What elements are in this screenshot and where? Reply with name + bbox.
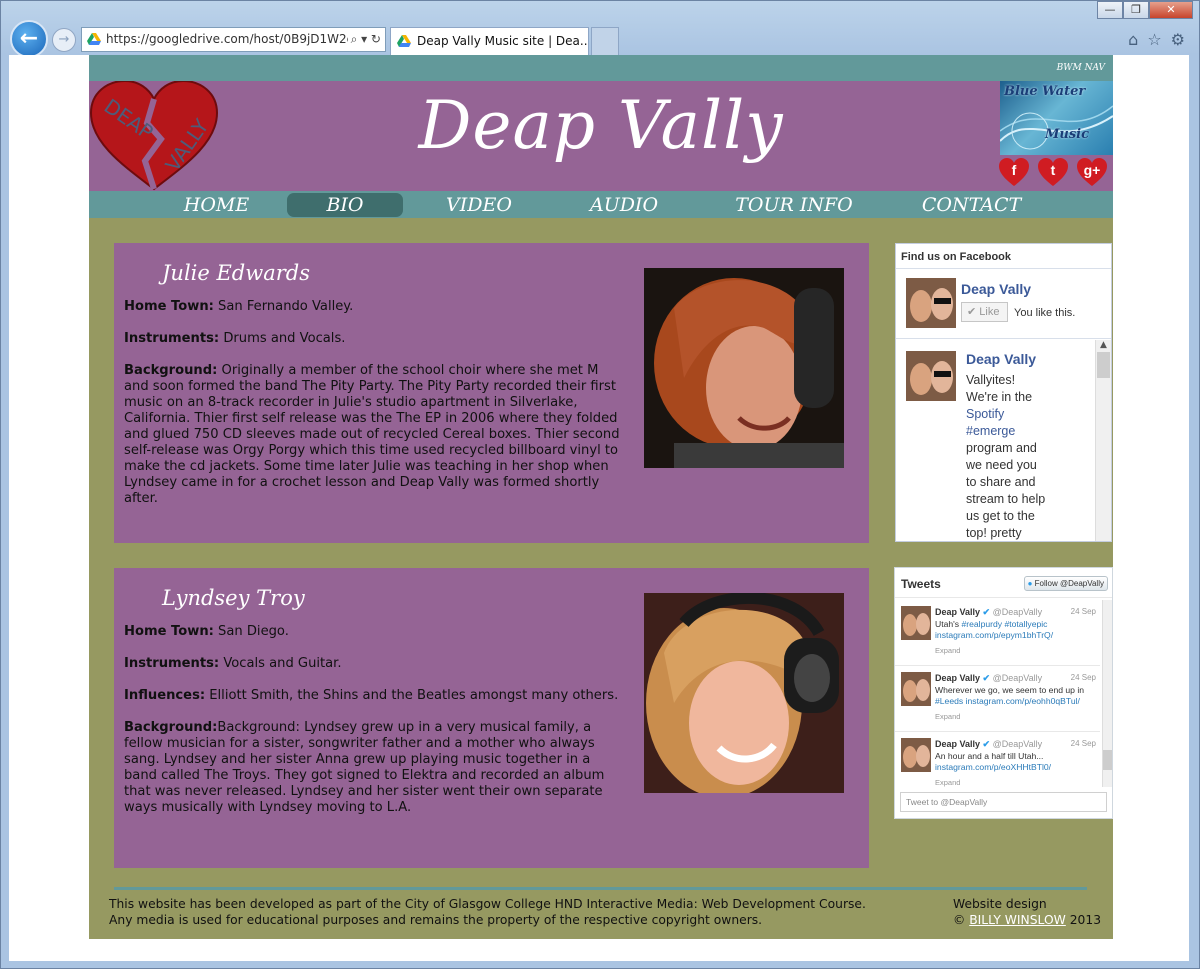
tweet-text: An hour and a half till Utah... instagra… <box>935 751 1052 772</box>
address-tools[interactable]: ⌕ ▾ ↻ <box>347 28 381 51</box>
tweet-text: Utah's #realpurdy #totallyepic instagram… <box>935 619 1054 640</box>
tweet-link[interactable]: instagram.com/p/eoXHHtBTl0/ <box>935 762 1051 772</box>
hometown-line: Home Town: San Diego. <box>124 624 289 639</box>
member-name: Lyndsey Troy <box>162 586 305 610</box>
background-line: Background:Background: Lyndsey grew up i… <box>124 720 605 815</box>
like-button[interactable]: ✔ Like <box>961 302 1008 322</box>
twitter-bird-icon: ● <box>1027 579 1033 588</box>
new-tab-button[interactable] <box>591 27 619 55</box>
tweet[interactable]: Deap Vally ✔ @DeapVally 24 Sep Utah's #r… <box>895 600 1100 666</box>
tweet-avatar[interactable] <box>901 606 931 640</box>
tab-active[interactable]: Deap Vally Music site | Dea... <box>390 27 589 55</box>
lyndsey-troy-photo <box>644 593 844 793</box>
facebook-post: Vallyites! We're in the Spotify #emerge … <box>966 372 1061 542</box>
page-viewport: BWM NAV DEAP VALLY Deap Vally Blue Water… <box>9 55 1189 961</box>
footer-divider <box>114 887 1087 890</box>
verified-icon: ✔ <box>982 739 991 749</box>
nav-audio[interactable]: AUDIO <box>584 193 664 217</box>
google-plus-icon[interactable]: g+ <box>1076 157 1108 187</box>
footer-text: This website has been developed as part … <box>109 897 866 927</box>
post-avatar[interactable] <box>906 351 956 401</box>
tweet-text: Wherever we go, we seem to end up in #Le… <box>935 685 1085 706</box>
google-drive-icon <box>397 35 411 47</box>
tweet-input[interactable]: Tweet to @DeapVally <box>900 792 1107 812</box>
tweet[interactable]: Deap Vally ✔ @DeapVally 24 Sep An hour a… <box>895 732 1100 798</box>
nav-bio[interactable]: BIO <box>287 193 403 217</box>
site-title: Deap Vally <box>418 87 784 164</box>
tweet-avatar[interactable] <box>901 738 931 772</box>
maximize-button[interactable]: ❐ <box>1123 1 1149 19</box>
scroll-thumb[interactable] <box>1097 352 1110 378</box>
instruments-line: Instruments: Vocals and Guitar. <box>124 656 342 671</box>
member-panel-lyndsey: Lyndsey Troy Home Town: San Diego. Instr… <box>114 568 869 868</box>
nav-contact[interactable]: CONTACT <box>919 193 1024 217</box>
tweet-date: 24 Sep <box>1070 673 1096 682</box>
tweet-expand[interactable]: Expand <box>935 712 960 721</box>
social-links: f t g+ <box>998 157 1108 187</box>
facebook-page-link[interactable]: Deap Vally <box>961 281 1031 297</box>
forward-button[interactable]: → <box>52 28 76 52</box>
gear-icon[interactable]: ⚙ <box>1171 30 1185 49</box>
address-bar[interactable]: https://googledrive.com/host/0B9jD1W2c( … <box>81 27 386 52</box>
home-icon[interactable]: ⌂ <box>1128 30 1138 49</box>
back-button[interactable]: ← <box>10 20 48 58</box>
facebook-header: Find us on Facebook <box>896 244 1111 269</box>
member-bio: Home Town: San Fernando Valley. Instrume… <box>124 299 624 523</box>
nav-video[interactable]: VIDEO <box>439 193 519 217</box>
window-controls: — ❐ ✕ <box>1097 1 1193 19</box>
background-line: Background: Originally a member of the s… <box>124 363 620 506</box>
facebook-icon[interactable]: f <box>998 157 1030 187</box>
post-author-link[interactable]: Deap Vally <box>966 351 1036 367</box>
minimize-button[interactable]: — <box>1097 1 1123 19</box>
julie-edwards-photo <box>644 268 844 468</box>
facebook-scrollbar[interactable]: ▲ <box>1095 340 1111 541</box>
close-button[interactable]: ✕ <box>1149 1 1193 19</box>
tab-title: Deap Vally Music site | Dea... <box>417 34 589 48</box>
tweet-date: 24 Sep <box>1070 739 1096 748</box>
blue-water-music-logo[interactable]: Blue Water Music <box>1000 81 1113 155</box>
url-text: https://googledrive.com/host/0B9jD1W2c( <box>106 32 358 46</box>
spotify-link[interactable]: Spotify <box>966 406 1061 423</box>
facebook-widget: Find us on Facebook Deap Vally ✔ Like Yo… <box>895 243 1112 542</box>
tweet-expand[interactable]: Expand <box>935 646 960 655</box>
footer-credit: Website design © BILLY WINSLOW 2013 <box>953 897 1102 927</box>
nav-tour-info[interactable]: TOUR INFO <box>734 193 854 217</box>
twitter-widget: Tweets ● Follow @DeapVally Deap Vally ✔ … <box>894 567 1113 819</box>
like-status: You like this. <box>1014 307 1076 319</box>
member-name: Julie Edwards <box>162 261 311 285</box>
scroll-thumb[interactable] <box>1103 750 1112 770</box>
tweet-link[interactable]: #Leeds instagram.com/p/eohh0qBTul/ <box>935 696 1080 706</box>
follow-button[interactable]: ● Follow @DeapVally <box>1023 576 1108 591</box>
scroll-up-icon[interactable]: ▲ <box>1096 340 1111 350</box>
tweet[interactable]: Deap Vally ✔ @DeapVally 24 Sep Wherever … <box>895 666 1100 732</box>
google-drive-icon <box>87 33 101 45</box>
member-bio: Home Town: San Diego. Instruments: Vocal… <box>124 624 624 832</box>
browser-tools: ⌂ ☆ ⚙ <box>1128 30 1185 49</box>
hometown-line: Home Town: San Fernando Valley. <box>124 299 354 314</box>
main-nav: HOME BIO VIDEO AUDIO TOUR INFO CONTACT <box>89 191 1113 218</box>
twitter-scrollbar[interactable] <box>1102 600 1112 787</box>
instruments-line: Instruments: Drums and Vocals. <box>124 331 346 346</box>
verified-icon: ✔ <box>982 607 991 617</box>
star-icon[interactable]: ☆ <box>1147 30 1161 49</box>
member-panel-julie: Julie Edwards Home Town: San Fernando Va… <box>114 243 869 543</box>
browser-window: — ❐ ✕ ← → https://googledrive.com/host/0… <box>0 0 1200 969</box>
band-avatar[interactable] <box>906 278 956 328</box>
verified-icon: ✔ <box>982 673 991 683</box>
twitter-icon[interactable]: t <box>1037 157 1069 187</box>
emerge-hashtag[interactable]: #emerge <box>966 423 1061 440</box>
site-header: DEAP VALLY Deap Vally Blue Water Music f… <box>89 81 1113 191</box>
facebook-page-row: Deap Vally ✔ Like You like this. <box>896 269 1111 339</box>
tweet-date: 24 Sep <box>1070 607 1096 616</box>
author-link[interactable]: BILLY WINSLOW <box>969 913 1066 927</box>
tweet-expand[interactable]: Expand <box>935 778 960 787</box>
influences-line: Influences: Elliott Smith, the Shins and… <box>124 688 619 703</box>
nav-home[interactable]: HOME <box>179 193 254 217</box>
site-page: BWM NAV DEAP VALLY Deap Vally Blue Water… <box>89 55 1113 939</box>
bwm-nav-link[interactable]: BWM NAV <box>89 55 1113 81</box>
tweet-avatar[interactable] <box>901 672 931 706</box>
